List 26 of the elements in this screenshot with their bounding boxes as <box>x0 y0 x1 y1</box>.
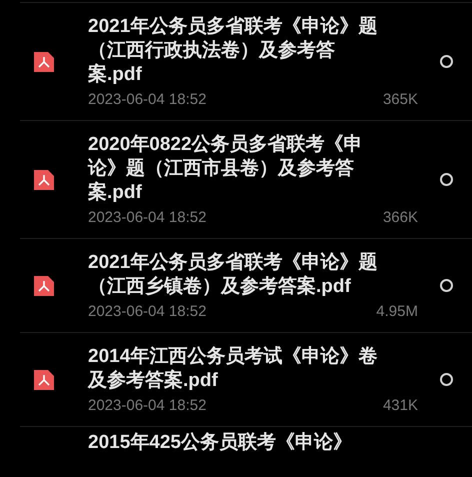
file-size: 4.95M <box>376 303 418 320</box>
file-row[interactable]: 2020年0822公务员多省联考《申论》题（江西市县卷）及参考答案.pdf 2023-06-04 18:52 366K <box>20 120 472 238</box>
file-row[interactable]: 2014年江西公务员考试《申论》卷及参考答案.pdf 2023-06-04 18:52 431K <box>20 332 472 426</box>
file-size: 365K <box>382 91 418 108</box>
file-name: 2021年公务员多省联考《申论》题（江西行政执法卷）及参考答案.pdf <box>88 15 378 87</box>
file-date: 2023-06-04 18:52 <box>88 209 206 226</box>
file-date: 2023-06-04 18:52 <box>88 91 206 108</box>
file-row[interactable]: 2021年公务员多省联考《申论》题（江西行政执法卷）及参考答案.pdf 2023-06-04 18:52 365K <box>20 2 472 120</box>
file-row[interactable]: 2015年425公务员联考《申论》 <box>20 426 472 455</box>
file-size: 431K <box>382 397 418 414</box>
select-radio[interactable] <box>440 373 453 386</box>
file-name: 2015年425公务员联考《申论》 <box>88 431 353 455</box>
file-date: 2023-06-04 18:52 <box>88 303 206 320</box>
file-row[interactable]: 2021年公务员多省联考《申论》题（江西乡镇卷）及参考答案.pdf 2023-06-04 18:52 4.95M <box>20 238 472 332</box>
select-radio[interactable] <box>440 173 453 186</box>
select-radio[interactable] <box>440 55 453 68</box>
pdf-file-icon <box>32 50 56 74</box>
select-radio[interactable] <box>440 279 453 292</box>
file-name: 2020年0822公务员多省联考《申论》题（江西市县卷）及参考答案.pdf <box>88 133 364 205</box>
pdf-file-icon <box>32 168 56 192</box>
pdf-file-icon <box>32 368 56 392</box>
file-name: 2014年江西公务员考试《申论》卷及参考答案.pdf <box>88 345 378 393</box>
file-name: 2021年公务员多省联考《申论》题（江西乡镇卷）及参考答案.pdf <box>88 251 378 299</box>
file-date: 2023-06-04 18:52 <box>88 397 206 414</box>
file-size: 366K <box>382 209 418 226</box>
pdf-file-icon <box>32 274 56 298</box>
